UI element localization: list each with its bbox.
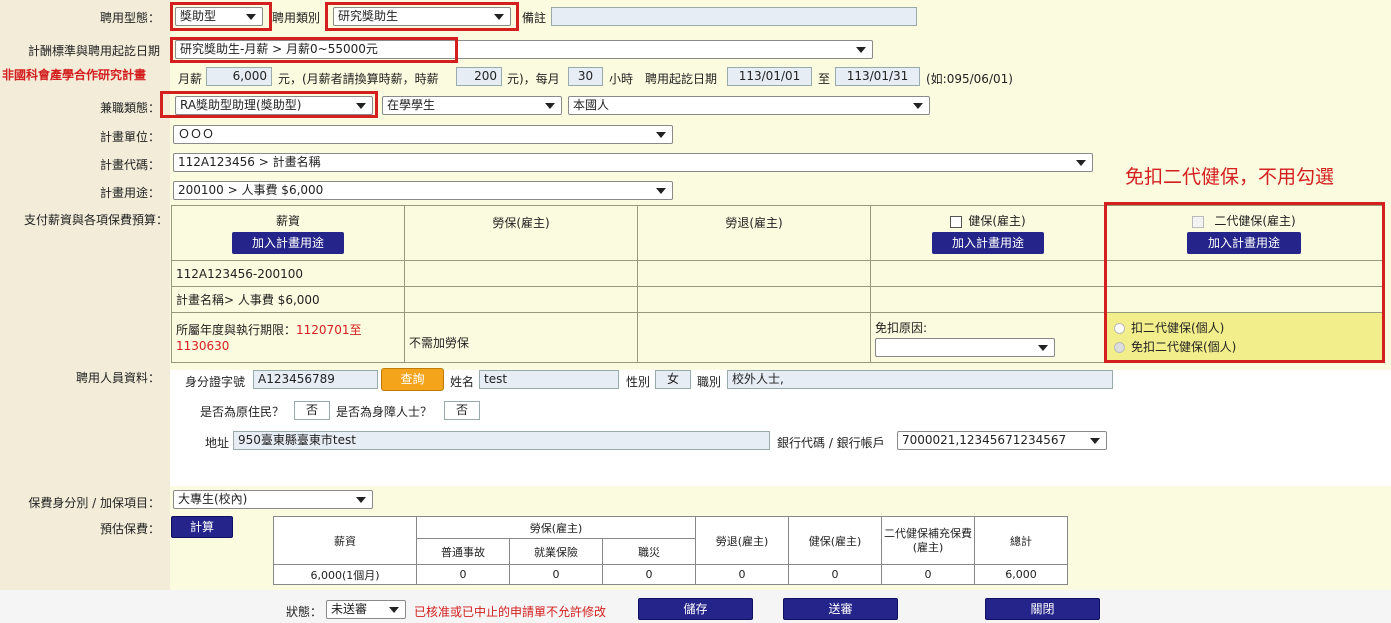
est-h-nhi2: 二代健保補充保費(雇主) [881, 516, 975, 565]
start-label: 聘用起訖日期 [645, 72, 718, 86]
start-date-input[interactable]: 113/01/01 [727, 67, 812, 86]
hours-unit: 小時 [609, 72, 634, 86]
est-v-ordinary: 0 [416, 564, 510, 585]
est-v-occupational: 0 [602, 564, 696, 585]
hours-input[interactable]: 30 [568, 67, 603, 86]
add-plan-use-button-salary[interactable]: 加入計畫用途 [232, 232, 344, 254]
date-example: (如:095/06/01) [926, 72, 1013, 86]
period-label: 所屬年度與執行期限： [176, 322, 297, 337]
col-pension: 勞退(雇主) [637, 205, 871, 261]
non-nstc-note: 非國科會產學合作研究計畫 [2, 68, 147, 82]
address-label: 地址 [205, 436, 230, 450]
est-h-health: 健保(雇主) [788, 516, 882, 565]
est-h-occupational: 職災 [602, 538, 696, 565]
unit-text: 元，(月薪者請換算時薪，時薪 [278, 72, 439, 86]
est-h-labor: 勞保(雇主) [416, 516, 696, 539]
per-month-text: 元)，每月 [507, 72, 560, 86]
estimate-table: 薪資 勞保(雇主) 勞退(雇主) 健保(雇主) 二代健保補充保費(雇主) 總計 … [273, 516, 1068, 585]
footer-warning: 已核准或已中止的申請單不允許修改 [414, 605, 607, 619]
est-v-health: 0 [788, 564, 882, 585]
save-button[interactable]: 儲存 [638, 598, 753, 620]
est-h-ordinary: 普通事故 [416, 538, 510, 565]
budget-label: 支付薪資與各項保費預算： [23, 213, 168, 227]
add-plan-use-button-health[interactable]: 加入計畫用途 [932, 232, 1044, 254]
exempt-reason-label: 免扣原因: [875, 321, 928, 335]
close-button[interactable]: 關閉 [985, 598, 1100, 620]
insurance-identity-select[interactable]: 大專生(校內) [173, 490, 373, 509]
query-button[interactable]: 查詢 [381, 368, 444, 391]
highlight-parttime [160, 91, 378, 118]
disabled-input[interactable]: 否 [444, 401, 480, 420]
hire-type-label: 聘用型態： [99, 11, 160, 25]
est-v-salary: 6,000(1個月) [273, 564, 417, 585]
est-v-pension: 0 [695, 564, 789, 585]
name-label: 姓名 [450, 375, 475, 389]
highlight-hire-type [170, 2, 272, 31]
parttime-label: 兼職類態： [99, 101, 160, 115]
no-labor-text: 不需加勞保 [404, 312, 638, 363]
est-h-pension: 勞退(雇主) [695, 516, 789, 565]
nationality-select[interactable]: 本國人 [568, 96, 930, 115]
end-date-input[interactable]: 113/01/31 [835, 67, 920, 86]
highlight-nhi2-column [1104, 202, 1385, 363]
salary-standard-label: 計酬標準與聘用起訖日期 [27, 44, 160, 58]
status-label: 狀態： [286, 605, 323, 619]
monthly-salary-input[interactable]: 6,000 [206, 67, 272, 86]
estimate-label: 預估保費： [99, 522, 160, 536]
job-label: 職別 [697, 375, 722, 389]
col-labor: 勞保(雇主) [404, 205, 638, 261]
hourly-input[interactable]: 200 [456, 67, 502, 86]
plan-unit-label: 計畫單位： [99, 130, 160, 144]
student-status-select[interactable]: 在學學生 [382, 96, 562, 115]
insurance-identity-label: 保費身分別 / 加保項目： [28, 496, 160, 510]
disabled-label: 是否為身障人士？ [336, 405, 433, 419]
col-health: 健保(雇主) [968, 214, 1026, 228]
to-label: 至 [818, 72, 831, 86]
remark-label: 備註 [522, 11, 547, 25]
bank-select[interactable]: 7000021,12345671234567 [897, 431, 1107, 450]
plan-code-label: 計畫代碼： [99, 158, 160, 172]
est-v-nhi2: 0 [881, 564, 975, 585]
annotation-note: 免扣二代健保，不用勾選 [1125, 166, 1335, 188]
row-plan-name: 計畫名稱> 人事費 $6,000 [171, 286, 405, 313]
est-v-total: 6,000 [974, 564, 1068, 585]
est-v-employment: 0 [509, 564, 603, 585]
id-label: 身分證字號 [185, 375, 246, 389]
row-plan-code: 112A123456-200100 [171, 260, 405, 287]
highlight-hire-category [325, 2, 519, 31]
col-salary: 薪資 [275, 214, 300, 228]
bank-label: 銀行代碼 / 銀行帳戶 [777, 436, 885, 450]
est-h-employment: 就業保險 [509, 538, 603, 565]
status-select[interactable]: 未送審 [326, 600, 406, 619]
est-h-salary: 薪資 [273, 516, 417, 565]
name-input[interactable]: test [479, 370, 619, 389]
gender-input[interactable]: 女 [655, 370, 691, 389]
remark-input[interactable] [551, 7, 917, 26]
aboriginal-input[interactable]: 否 [294, 401, 330, 420]
est-h-total: 總計 [974, 516, 1068, 565]
id-input[interactable]: A123456789 [253, 370, 378, 389]
address-input[interactable]: 950臺東縣臺東市test [233, 431, 770, 450]
plan-code-select[interactable]: 112A123456 > 計畫名稱 [173, 153, 1093, 172]
plan-use-select[interactable]: 200100 > 人事費 $6,000 [173, 181, 673, 200]
hire-category-label: 聘用類別 [272, 11, 321, 25]
calc-button[interactable]: 計算 [171, 516, 233, 538]
aboriginal-label: 是否為原住民？ [200, 405, 285, 419]
health-checkbox[interactable] [950, 215, 963, 228]
submit-button[interactable]: 送審 [783, 598, 898, 620]
person-label: 聘用人員資料： [75, 371, 160, 385]
monthly-label: 月薪 [178, 72, 203, 86]
gender-label: 性別 [626, 375, 651, 389]
plan-use-label: 計畫用途： [99, 186, 160, 200]
plan-unit-select[interactable]: ＯＯＯ [173, 125, 673, 144]
exempt-reason-select[interactable] [875, 338, 1055, 357]
job-input[interactable]: 校外人士, [727, 370, 1113, 389]
highlight-salary-standard [170, 37, 458, 63]
